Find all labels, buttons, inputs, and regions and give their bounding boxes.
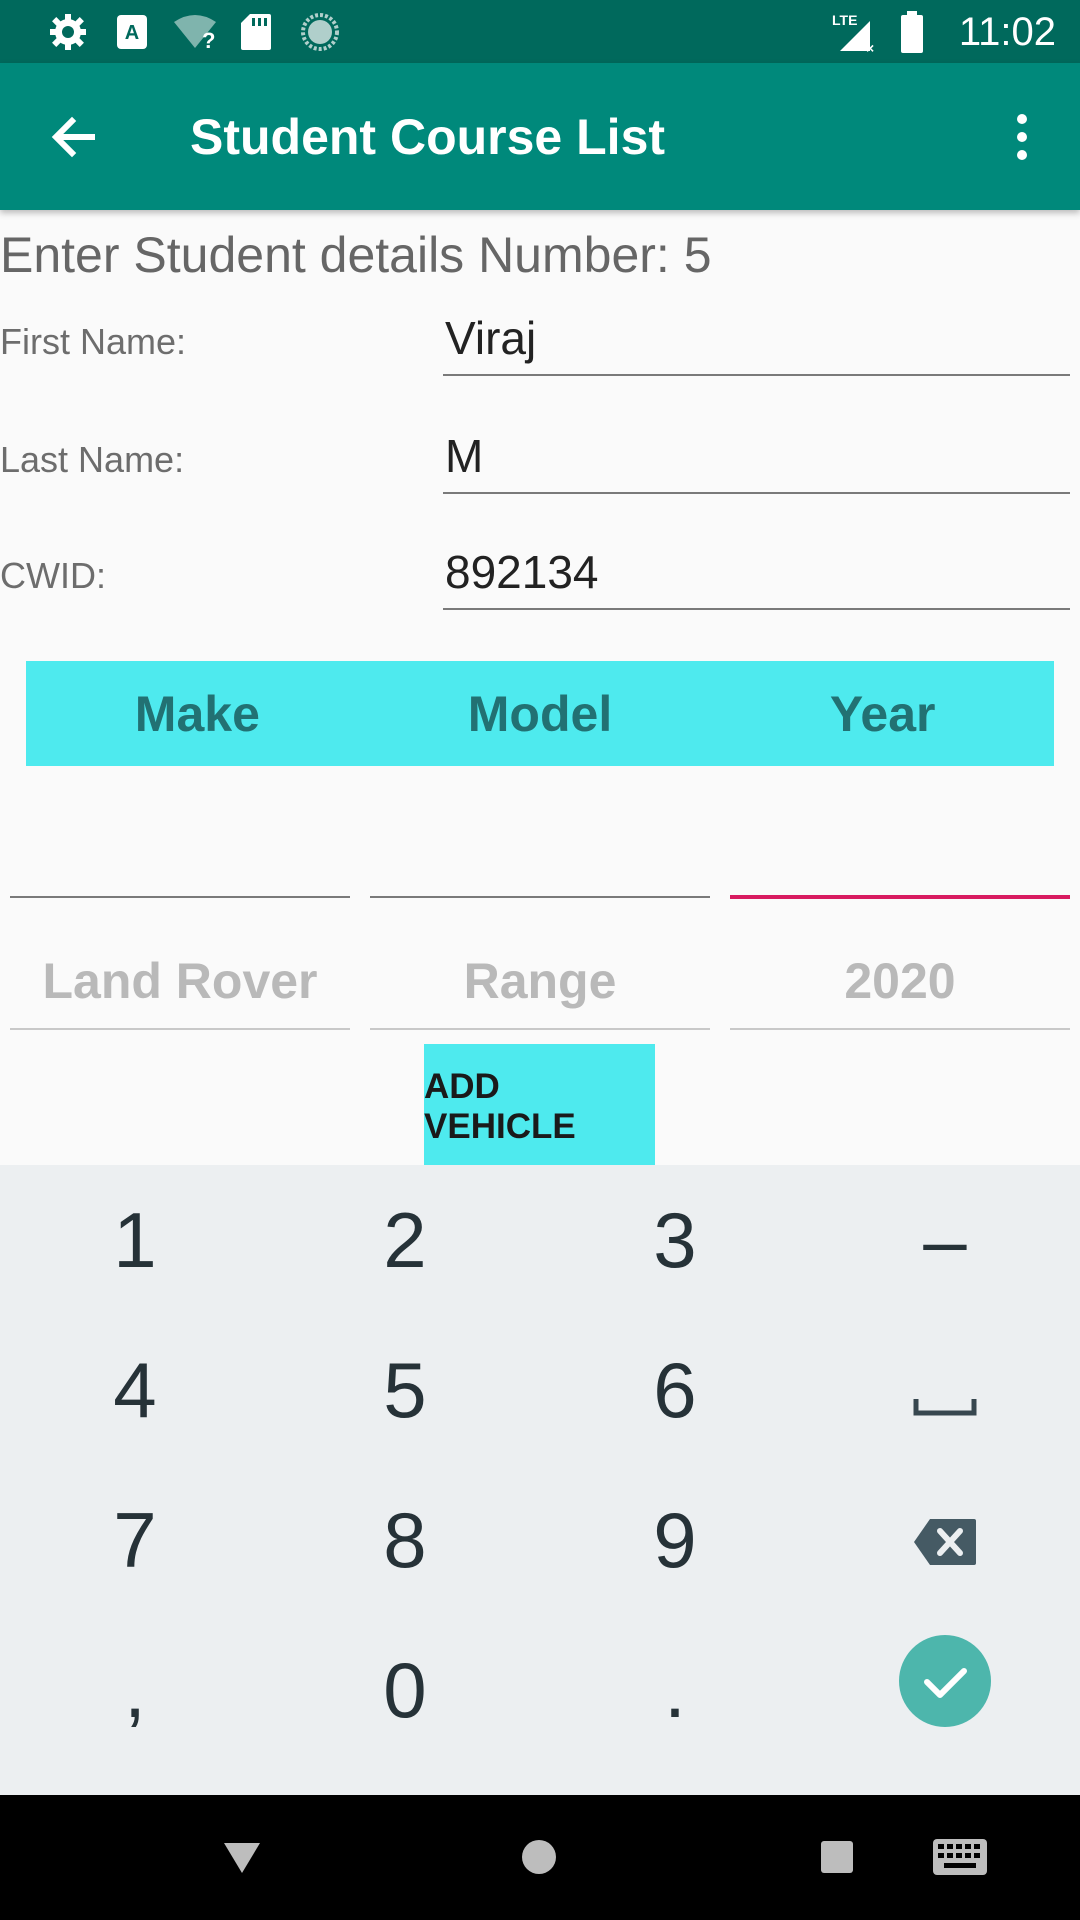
vehicle-table-header: Make Model Year xyxy=(26,661,1054,766)
last-name-field[interactable]: M xyxy=(443,424,1070,494)
status-bar: A ? LTE × 11:02 xyxy=(0,0,1080,63)
key-7[interactable]: 7 xyxy=(0,1465,270,1615)
key-backspace[interactable] xyxy=(810,1465,1080,1615)
year-hint-field[interactable]: 2020 xyxy=(730,934,1070,1030)
nav-home-icon[interactable] xyxy=(520,1827,558,1887)
add-vehicle-button[interactable]: ADD VEHICLE xyxy=(424,1044,655,1169)
keyboard-switch-icon[interactable] xyxy=(932,1827,988,1887)
last-name-label: Last Name: xyxy=(0,439,185,480)
make-input[interactable] xyxy=(10,896,350,898)
status-time: 11:02 xyxy=(958,10,1056,54)
key-0[interactable]: 0 xyxy=(270,1615,540,1765)
svg-text:?: ? xyxy=(202,28,215,50)
key-8[interactable]: 8 xyxy=(270,1465,540,1615)
cwid-field[interactable]: 892134 xyxy=(443,540,1070,610)
sync-circle-icon xyxy=(300,12,340,52)
nav-recents-icon[interactable] xyxy=(820,1827,854,1887)
nav-back-icon[interactable] xyxy=(220,1827,264,1887)
content: Enter Student details Number: 5 First Na… xyxy=(0,210,1080,1169)
wifi-question-icon: ? xyxy=(172,12,218,52)
key-6[interactable]: 6 xyxy=(540,1315,810,1465)
first-name-label: First Name: xyxy=(0,321,187,362)
model-hint-field[interactable]: Range xyxy=(370,934,710,1030)
navigation-bar xyxy=(0,1795,1080,1920)
form-heading: Enter Student details Number: 5 xyxy=(0,227,712,283)
sd-card-icon xyxy=(240,12,272,52)
svg-text:×: × xyxy=(866,40,874,53)
key-space[interactable] xyxy=(810,1315,1080,1465)
first-name-field[interactable]: Viraj xyxy=(443,306,1070,376)
key-period[interactable]: . xyxy=(540,1615,810,1765)
cwid-label: CWID: xyxy=(0,555,106,596)
backspace-icon xyxy=(912,1495,978,1586)
key-4[interactable]: 4 xyxy=(0,1315,270,1465)
model-header: Model xyxy=(467,685,613,742)
battery-icon xyxy=(900,11,924,53)
more-vert-icon[interactable] xyxy=(1000,107,1044,167)
page-title: Student Course List xyxy=(190,109,666,165)
key-comma[interactable]: , xyxy=(0,1615,270,1765)
svg-text:LTE: LTE xyxy=(832,12,857,28)
numeric-keyboard: 1 2 3 – 4 5 6 7 8 9 , 0 . xyxy=(0,1165,1080,1795)
key-2[interactable]: 2 xyxy=(270,1165,540,1315)
model-input[interactable] xyxy=(370,896,710,898)
key-1[interactable]: 1 xyxy=(0,1165,270,1315)
settings-icon xyxy=(48,12,88,52)
key-minus[interactable]: – xyxy=(810,1165,1080,1315)
make-header: Make xyxy=(134,685,260,742)
app-bar: Student Course List xyxy=(0,63,1080,210)
a-badge-icon: A xyxy=(116,12,148,52)
make-hint-field[interactable]: Land Rover xyxy=(10,934,350,1030)
svg-text:A: A xyxy=(125,22,139,44)
key-done[interactable] xyxy=(810,1615,1080,1765)
year-input[interactable] xyxy=(730,895,1070,899)
arrow-back-icon[interactable] xyxy=(44,107,104,167)
space-icon xyxy=(913,1345,977,1436)
key-9[interactable]: 9 xyxy=(540,1465,810,1615)
lte-signal-icon: LTE × xyxy=(830,12,880,53)
year-header: Year xyxy=(829,685,936,742)
key-3[interactable]: 3 xyxy=(540,1165,810,1315)
done-check-icon xyxy=(899,1634,991,1746)
key-5[interactable]: 5 xyxy=(270,1315,540,1465)
